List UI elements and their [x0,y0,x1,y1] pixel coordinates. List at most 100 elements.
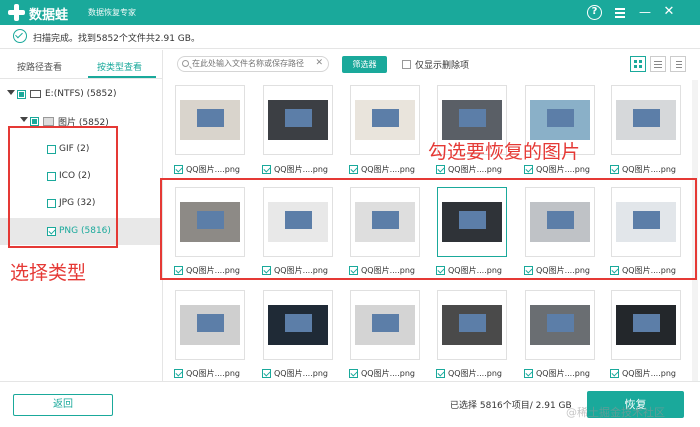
image-preview [530,100,590,140]
image-preview [442,305,502,345]
file-checkbox[interactable] [174,165,183,174]
search-input[interactable] [192,59,312,68]
file-checkbox[interactable] [524,369,533,378]
app-logo-icon [8,4,25,21]
file-checkbox[interactable] [349,369,358,378]
chevron-down-icon[interactable] [19,117,28,125]
drive-icon [30,90,41,98]
file-name: QQ图片....png [274,165,328,174]
image-preview [355,305,415,345]
image-thumbnail[interactable] [263,85,333,155]
image-thumbnail[interactable] [611,85,681,155]
tab-divider [0,78,163,79]
laptop-screen [284,108,312,127]
only-deleted-checkbox[interactable] [402,60,411,69]
thumbnail-caption[interactable]: QQ图片....png [524,164,590,175]
laptop-screen [546,313,574,332]
file-checkbox[interactable] [262,165,271,174]
file-name: QQ图片....png [274,369,328,378]
thumbnail-caption[interactable]: QQ图片....png [174,164,240,175]
app-subtitle: 数据恢复专家 [88,8,136,17]
laptop-screen [371,108,399,127]
search-box[interactable]: ✕ [177,56,329,72]
file-name: QQ图片....png [186,369,240,378]
clear-icon[interactable]: ✕ [315,58,323,68]
image-thumbnail[interactable] [437,290,507,360]
file-name: QQ图片....png [536,165,590,174]
only-deleted-toggle[interactable]: 仅显示删除项 [402,58,469,71]
thumbnail-caption[interactable]: QQ图片....png [262,164,328,175]
thumbnail-caption[interactable]: QQ图片....png [610,368,676,379]
image-thumbnail[interactable] [263,290,333,360]
image-thumbnail[interactable] [350,85,420,155]
image-thumbnail[interactable] [525,290,595,360]
footer: 返回 已选择 5816个项目/ 2.91 GB 恢复 @稀土掘金技术社区 [0,381,700,427]
selection-summary: 已选择 5816个项目/ 2.91 GB [450,401,572,411]
image-preview [180,100,240,140]
thumbnail-caption[interactable]: QQ图片....png [524,368,590,379]
thumbnail-caption[interactable]: QQ图片....png [262,368,328,379]
image-thumbnail[interactable] [175,85,245,155]
image-preview [268,305,328,345]
file-name: QQ图片....png [536,369,590,378]
laptop-screen [196,313,224,332]
help-icon[interactable]: ? [587,5,602,20]
image-thumbnail[interactable] [175,290,245,360]
grid-view-icon[interactable] [630,56,646,72]
file-checkbox[interactable] [610,165,619,174]
drive-checkbox[interactable] [17,89,26,99]
tab-by-type[interactable]: 按类型查看 [97,60,142,73]
minimize-icon[interactable]: — [636,3,654,21]
file-checkbox[interactable] [610,369,619,378]
check-circle-icon [13,29,27,43]
image-folder-icon [43,116,54,126]
file-checkbox[interactable] [174,369,183,378]
tree-drive-row[interactable]: E:(NTFS) (5852) [6,85,117,103]
file-name: QQ图片....png [622,165,676,174]
chevron-down-icon[interactable] [6,90,15,98]
file-checkbox[interactable] [349,165,358,174]
file-name: QQ图片....png [448,369,502,378]
image-thumbnail[interactable] [350,290,420,360]
file-name: QQ图片....png [361,369,415,378]
close-icon[interactable]: ✕ [660,3,678,21]
file-name: QQ图片....png [448,165,502,174]
thumbnail-caption[interactable]: QQ图片....png [349,164,415,175]
thumbnail-caption[interactable]: QQ图片....png [174,368,240,379]
annotation-box-pictures [160,178,697,280]
image-preview [442,100,502,140]
scan-status-bar: 扫描完成。找到5852个文件共2.91 GB。 [0,25,700,49]
thumbnail-caption[interactable]: QQ图片....png [436,368,502,379]
watermark: @稀土掘金技术社区 [566,406,665,419]
filter-button[interactable]: 筛选器 [342,56,387,73]
thumbnail-caption[interactable]: QQ图片....png [610,164,676,175]
image-thumbnail[interactable] [611,290,681,360]
image-preview [616,100,676,140]
back-button[interactable]: 返回 [13,394,113,416]
file-name: QQ图片....png [186,165,240,174]
laptop-screen [632,313,660,332]
thumbnail-caption[interactable]: QQ图片....png [436,164,502,175]
file-checkbox[interactable] [524,165,533,174]
app-name: 数据蛙 [29,8,69,23]
list-view-icon[interactable] [650,56,666,72]
detail-view-icon[interactable] [670,56,686,72]
image-preview [616,305,676,345]
annotation-box-type [8,126,118,248]
drive-label: E:(NTFS) (5852) [45,89,117,99]
folder-checkbox[interactable] [30,116,39,126]
laptop-screen [546,108,574,127]
laptop-screen [371,313,399,332]
file-name: QQ图片....png [622,369,676,378]
tab-by-path[interactable]: 按路径查看 [17,60,62,73]
laptop-screen [196,108,224,127]
thumbnail-caption[interactable]: QQ图片....png [349,368,415,379]
laptop-screen [458,108,486,127]
file-checkbox[interactable] [436,369,445,378]
search-icon [182,60,189,67]
file-checkbox[interactable] [436,165,445,174]
file-checkbox[interactable] [262,369,271,378]
menu-icon[interactable] [611,3,629,21]
laptop-screen [458,313,486,332]
annotation-select-type: 选择类型 [10,262,87,284]
